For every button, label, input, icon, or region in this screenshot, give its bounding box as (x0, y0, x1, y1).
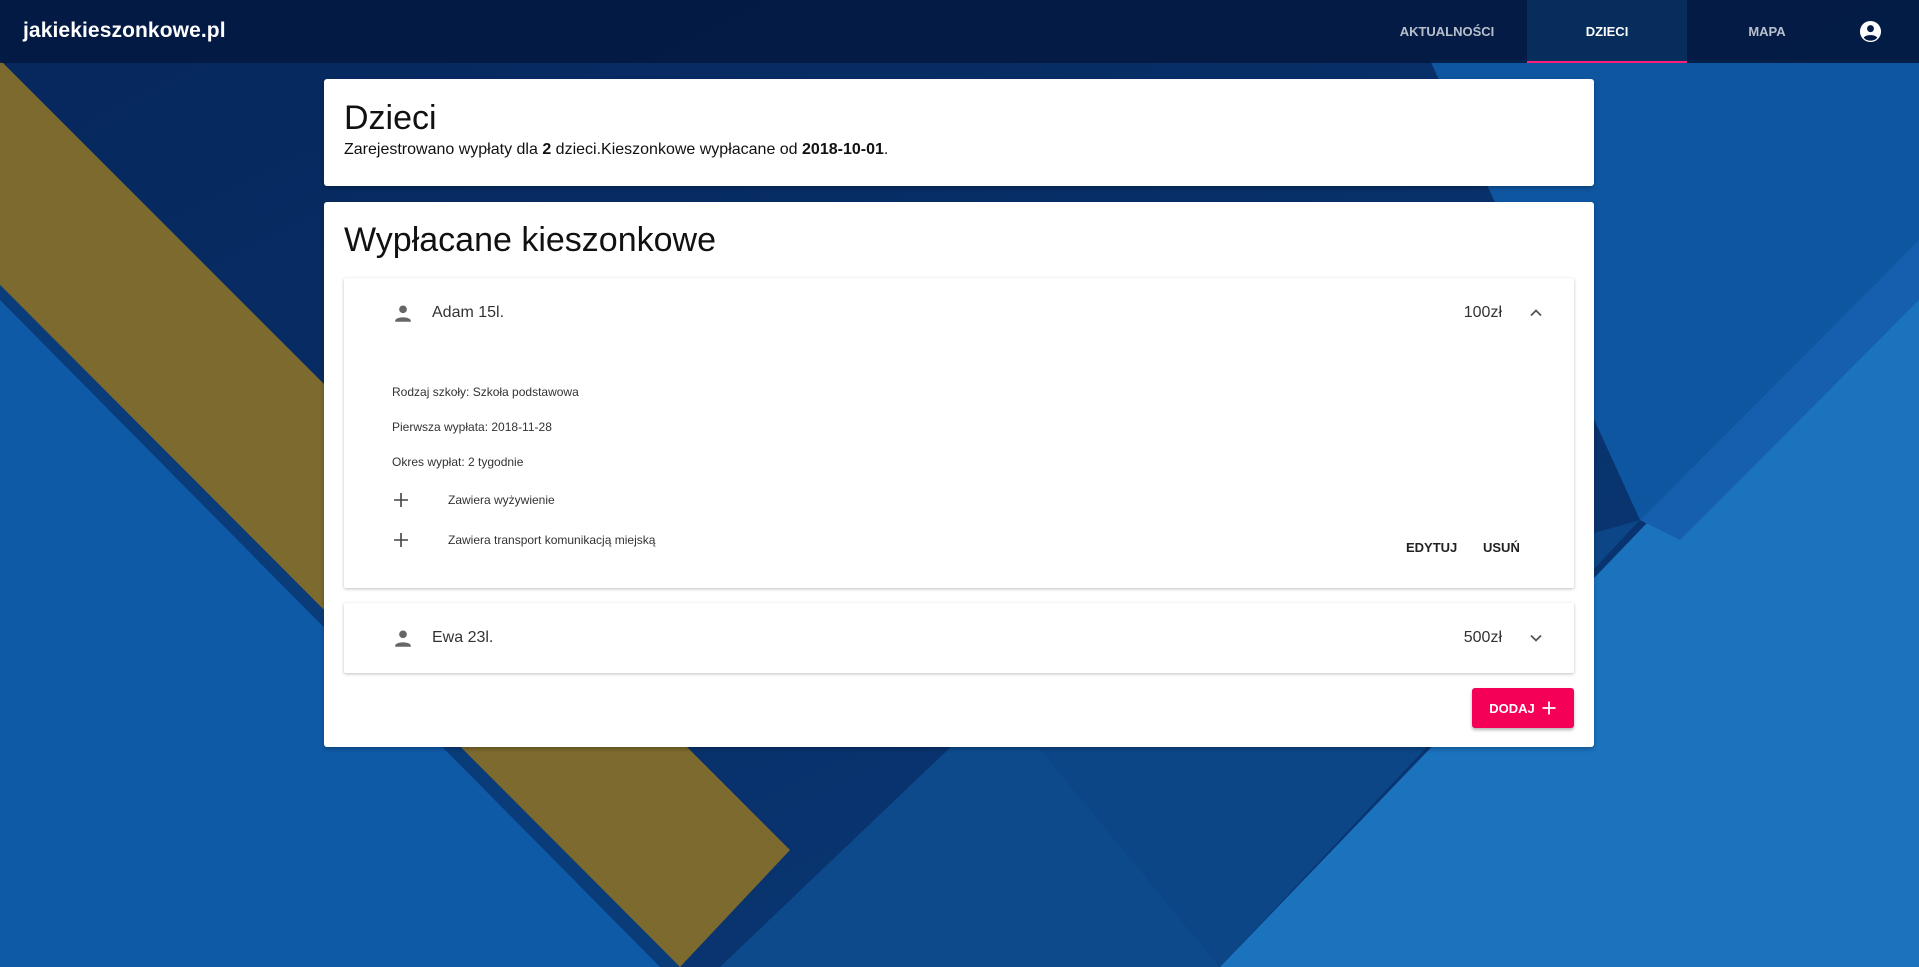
child-panel-ewa: Ewa 23l. 500zł (344, 603, 1574, 673)
plus-icon (394, 493, 408, 507)
summary-text-middle: dzieci.Kieszonkowe wypłacane od (551, 141, 803, 158)
person-icon (395, 305, 411, 322)
add-child-button[interactable]: DODAJ (1472, 688, 1574, 728)
child-name: Ewa 23l. (432, 629, 494, 646)
start-date: 2018-10-01 (802, 141, 884, 158)
section-title: Wypłacane kieszonkowe (344, 221, 716, 259)
tab-mapa[interactable]: MAPA (1687, 0, 1847, 63)
person-icon (395, 630, 411, 647)
plus-icon (394, 533, 408, 547)
children-summary-card: Dzieci Zarejestrowano wypłaty dla 2 dzie… (324, 79, 1594, 186)
school-type: Rodzaj szkoły: Szkoła podstawowa (392, 385, 579, 399)
feature-meals: Zawiera wyżywienie (448, 493, 555, 507)
chevron-down-icon[interactable] (1528, 630, 1544, 646)
children-count: 2 (542, 141, 552, 158)
tab-dzieci[interactable]: DZIECI (1527, 0, 1687, 63)
child-amount: 100zł (1463, 304, 1502, 321)
first-payment: Pierwsza wypłata: 2018-11-28 (392, 420, 552, 434)
summary-text-before: Zarejestrowano wypłaty dla (344, 141, 543, 158)
child-panel-header[interactable]: Ewa 23l. 500zł (344, 603, 1574, 673)
chevron-up-icon[interactable] (1528, 305, 1544, 321)
account-circle-icon[interactable] (1859, 20, 1882, 43)
summary-text-after: . (883, 141, 889, 158)
edit-button[interactable]: EDYTUJ (1396, 532, 1467, 562)
child-name: Adam 15l. (432, 304, 505, 321)
plus-icon (1542, 701, 1556, 715)
brand-logo[interactable]: jakiekieszonkowe.pl (23, 19, 226, 43)
summary-text: Zarejestrowano wypłaty dla 2 dzieci.Kies… (344, 141, 888, 159)
child-panel-header[interactable]: Adam 15l. 100zł (344, 278, 1574, 348)
child-amount: 500zł (1463, 629, 1502, 646)
add-button-label: DODAJ (1489, 700, 1535, 716)
pocket-money-card: Wypłacane kieszonkowe Adam 15l. 100zł Ro… (324, 202, 1594, 747)
page-title: Dzieci (344, 99, 437, 137)
top-app-bar: jakiekieszonkowe.pl AKTUALNOŚCI DZIECI M… (0, 0, 1919, 63)
delete-button[interactable]: USUŃ (1473, 532, 1530, 562)
child-panel-adam: Adam 15l. 100zł Rodzaj szkoły: Szkoła po… (344, 278, 1574, 588)
payment-period: Okres wypłat: 2 tygodnie (392, 455, 524, 469)
tab-aktualnosci[interactable]: AKTUALNOŚCI (1367, 0, 1527, 63)
feature-transport: Zawiera transport komunikacją miejską (448, 533, 656, 547)
